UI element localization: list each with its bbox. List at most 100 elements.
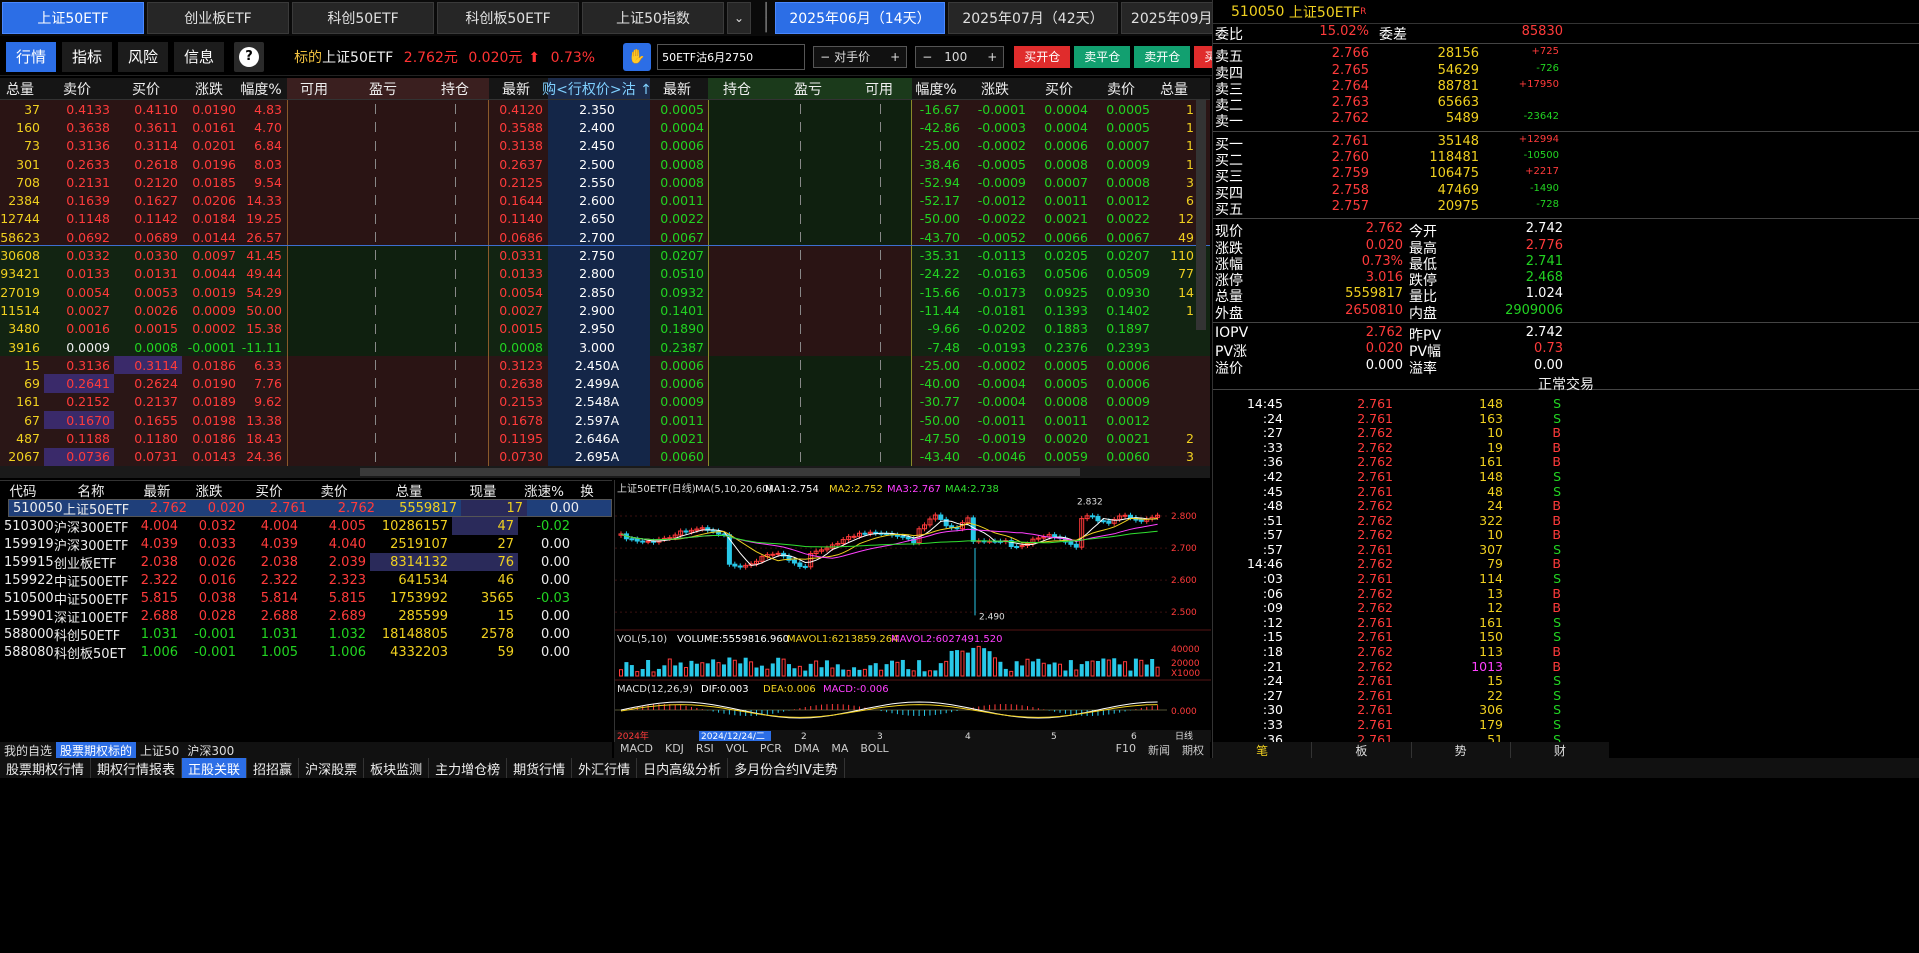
t-quote-cell[interactable]: 0.0510 <box>650 265 708 283</box>
t-quote-cell[interactable]: 0.3588 <box>489 118 547 136</box>
t-quote-cell[interactable]: 27019 <box>0 283 44 301</box>
t-quote-cell[interactable]: 0.2152 <box>44 393 114 411</box>
stock-list-header-cell[interactable]: 涨速% <box>518 481 574 500</box>
t-quote-cell[interactable]: 67 <box>0 411 44 429</box>
t-quote-cell[interactable]: 49 <box>1154 228 1198 246</box>
t-quote-cell[interactable]: -0.0052 <box>964 228 1030 246</box>
t-quote-cell[interactable]: 0.2624 <box>114 374 182 392</box>
tq-header-cell[interactable]: 幅度% <box>912 78 964 99</box>
t-quote-cell[interactable]: 15.38 <box>240 320 286 338</box>
tab-board[interactable]: 板 <box>1312 742 1412 758</box>
t-quote-cell[interactable]: 0.0021 <box>1030 210 1092 228</box>
bottom-nav-item[interactable]: 日内高级分析 <box>637 758 729 778</box>
ind-tab-rsi[interactable]: RSI <box>690 742 720 758</box>
t-quote-cell[interactable]: 0.2637 <box>489 155 547 173</box>
t-quote-cell[interactable]: 26.57 <box>240 228 286 246</box>
t-quote-cell[interactable]: 0.3114 <box>114 356 182 375</box>
t-quote-cell[interactable]: 0.0005 <box>1092 118 1154 136</box>
t-quote-cell[interactable]: 0.2633 <box>44 155 114 173</box>
quote-button[interactable]: 行情 <box>6 41 57 72</box>
t-quote-cell[interactable]: 0.1670 <box>44 411 114 430</box>
t-quote-cell[interactable]: 0.1890 <box>650 320 708 338</box>
t-quote-row[interactable]: 3480 0.0016 0.0015 0.0002 15.38 0.0015 2.950 0.… <box>0 319 1210 338</box>
t-quote-cell[interactable]: 0.1402 <box>1092 301 1154 319</box>
t-quote-cell[interactable]: 0.3638 <box>44 118 114 136</box>
t-quote-cell[interactable]: 0.0019 <box>182 283 240 301</box>
tab-sh50-index[interactable]: 上证50指数 <box>582 2 724 34</box>
t-quote-cell[interactable]: 708 <box>0 173 44 191</box>
t-quote-cell[interactable]: 6 <box>1154 191 1198 209</box>
t-quote-cell[interactable]: -0.0005 <box>964 155 1030 173</box>
t-quote-cell[interactable]: 0.0331 <box>489 246 547 264</box>
t-quote-cell[interactable]: -0.0046 <box>964 448 1030 466</box>
t-quote-cell[interactable]: 0.0008 <box>650 173 708 191</box>
t-quote-cell[interactable]: 0.0930 <box>1092 283 1154 301</box>
tq-header-cell[interactable]: 可用 <box>850 78 912 99</box>
t-quote-cell[interactable]: 2.450A <box>548 356 650 374</box>
t-quote-cell[interactable]: 0.0201 <box>182 137 240 155</box>
t-quote-cell[interactable]: 7.76 <box>240 374 286 392</box>
t-quote-cell[interactable]: 0.0006 <box>650 374 708 392</box>
t-quote-cell[interactable]: 0.1195 <box>489 429 547 447</box>
t-quote-cell[interactable]: -47.50 <box>912 429 964 447</box>
t-quote-cell[interactable]: 0.0059 <box>1030 448 1092 466</box>
bottom-nav-item[interactable]: 期货行情 <box>507 758 573 778</box>
t-quote-cell[interactable]: 0.0731 <box>114 448 182 466</box>
t-quote-cell[interactable]: 0.1655 <box>114 411 182 429</box>
t-quote-cell[interactable]: 301 <box>0 155 44 173</box>
t-quote-cell[interactable]: 0.2125 <box>489 173 547 191</box>
tq-header-cell[interactable]: 最新 <box>489 78 547 99</box>
t-quote-cell[interactable]: 3916 <box>0 338 44 356</box>
t-quote-cell[interactable]: -50.00 <box>912 411 964 429</box>
t-quote-cell[interactable]: 8.03 <box>240 155 286 173</box>
stock-list-header-cell[interactable]: 买价 <box>240 481 302 500</box>
t-quote-cell[interactable]: 0.0190 <box>182 374 240 392</box>
tq-header-cell[interactable]: 涨跌 <box>964 78 1030 99</box>
stock-list-row[interactable]: 510300 沪深300ETF 4.004 0.032 4.004 4.005 102861… <box>0 517 612 536</box>
t-quote-cell[interactable]: 0.0005 <box>650 100 708 118</box>
t-quote-cell[interactable]: 0.0144 <box>182 228 240 246</box>
tq-header-cell[interactable]: 买价 <box>114 78 182 99</box>
t-quote-cell[interactable]: 0.0205 <box>1030 246 1092 264</box>
tab-watchlist[interactable]: 我的自选 <box>0 742 56 759</box>
t-quote-cell[interactable]: 2 <box>1154 429 1198 447</box>
t-quote-cell[interactable]: 14.33 <box>240 191 286 209</box>
stock-list-row[interactable]: 159922 中证500ETF 2.322 0.016 2.322 2.323 641534… <box>0 571 612 590</box>
t-quote-cell[interactable]: 161 <box>0 393 44 411</box>
t-quote-cell[interactable]: 4.70 <box>240 118 286 136</box>
t-quote-cell[interactable]: -15.66 <box>912 283 964 301</box>
t-quote-cell[interactable]: 0.2120 <box>114 173 182 191</box>
info-button[interactable]: 信息 <box>174 41 225 72</box>
t-quote-cell[interactable]: 0.0686 <box>489 228 547 246</box>
t-quote-cell[interactable]: -0.0173 <box>964 283 1030 301</box>
t-quote-row[interactable]: 301 0.2633 0.2618 0.0196 8.03 0.2637 2.500 0.00… <box>0 154 1210 174</box>
t-quote-row[interactable]: 37 0.4133 0.4110 0.0190 4.83 0.4120 2.350 0.000… <box>0 100 1210 119</box>
t-quote-cell[interactable]: 0.0008 <box>650 155 708 173</box>
t-quote-cell[interactable]: 0.0207 <box>650 246 708 264</box>
bottom-nav-item[interactable]: 板块监测 <box>364 758 430 778</box>
t-quote-cell[interactable]: 2.800 <box>548 265 650 283</box>
t-quote-cell[interactable]: -0.0002 <box>964 137 1030 155</box>
t-quote-cell[interactable]: 0.0736 <box>44 447 114 466</box>
tq-header-cell[interactable]: 可用 <box>287 78 345 99</box>
t-quote-cell[interactable]: -52.94 <box>912 173 964 191</box>
tq-header-cell[interactable]: 持仓 <box>708 78 770 99</box>
t-quote-cell[interactable]: 0.0022 <box>650 210 708 228</box>
t-quote-cell[interactable]: 2.450 <box>548 137 650 155</box>
tab-sh50etf[interactable]: 上证50ETF <box>2 2 144 34</box>
t-quote-cell[interactable]: 0.0189 <box>182 393 240 411</box>
t-quote-cell[interactable]: 0.0015 <box>114 320 182 338</box>
t-quote-cell[interactable]: 1 <box>1154 137 1198 155</box>
t-quote-cell[interactable]: 0.2393 <box>1092 338 1154 356</box>
stock-list-header-cell[interactable]: 换 <box>574 481 604 500</box>
t-quote-cell[interactable]: 0.0206 <box>182 191 240 209</box>
t-quote-cell[interactable]: -38.46 <box>912 155 964 173</box>
t-quote-cell[interactable]: 0.0012 <box>1092 191 1154 209</box>
t-quote-cell[interactable]: -11.44 <box>912 301 964 319</box>
tab-trend[interactable]: 势 <box>1412 742 1511 758</box>
news-tab[interactable]: 新闻 <box>1142 742 1176 758</box>
t-quote-cell[interactable]: 11514 <box>0 301 44 319</box>
t-quote-row[interactable]: 487 0.1188 0.1180 0.0186 18.43 0.1195 2.646A 0.… <box>0 429 1210 448</box>
t-quote-cell[interactable]: 0.2376 <box>1030 338 1092 356</box>
t-quote-cell[interactable]: 0.0004 <box>1030 118 1092 136</box>
